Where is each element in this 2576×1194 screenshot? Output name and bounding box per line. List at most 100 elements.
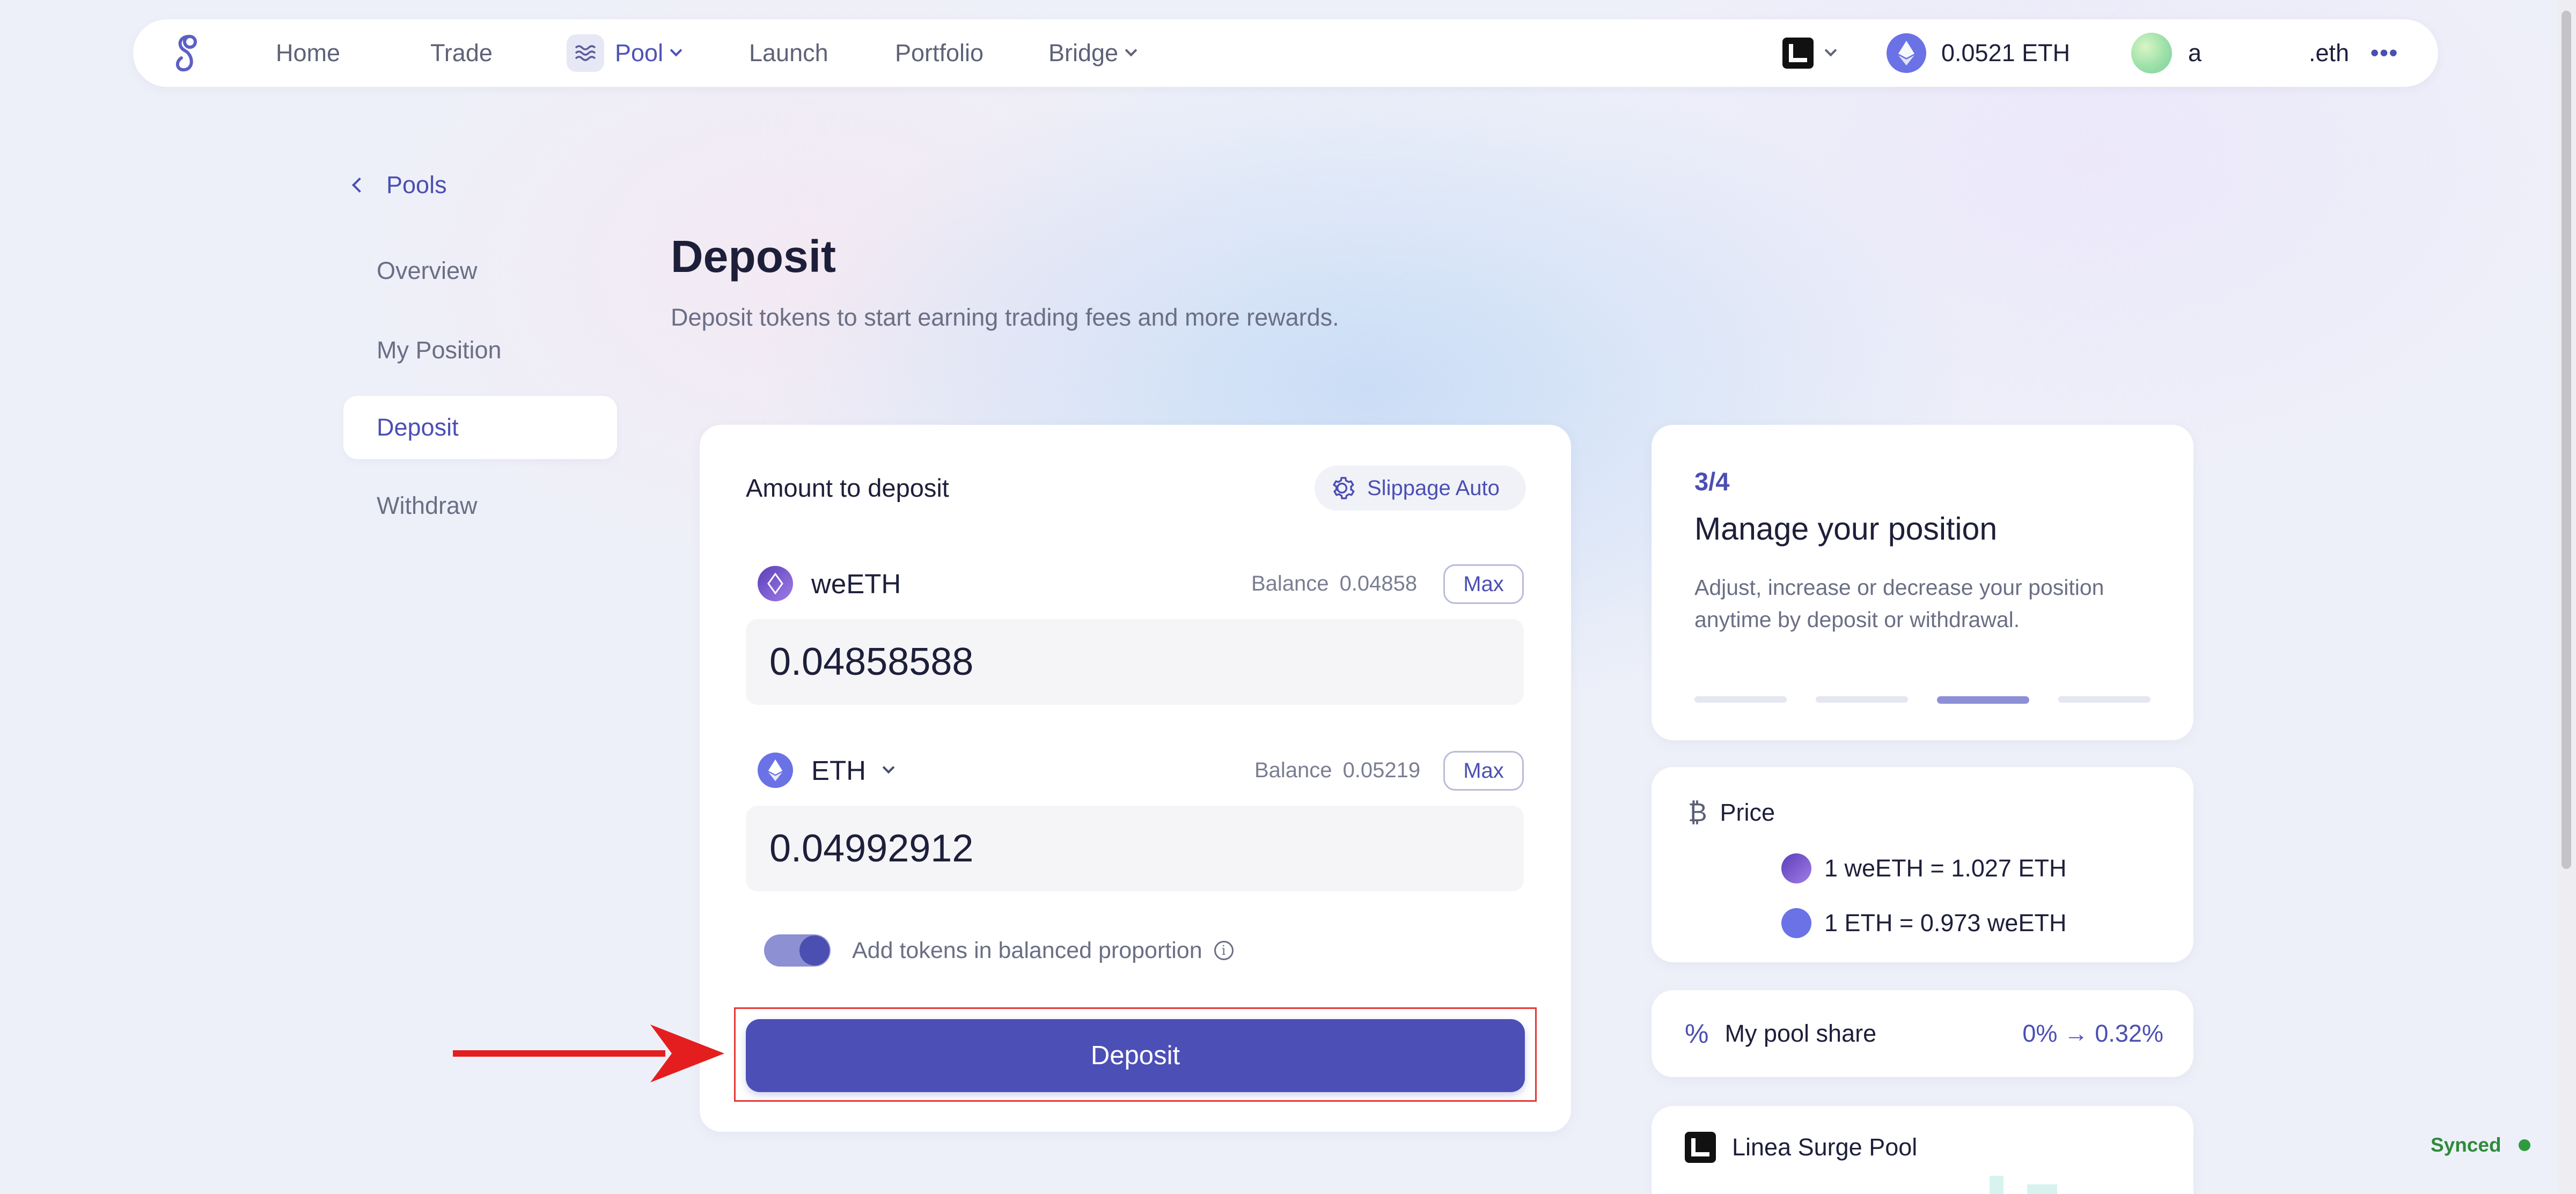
wallet-balance-text: 0.0521 ETH [1941, 39, 2071, 67]
nav-launch-label: Launch [749, 39, 828, 67]
pool-share-heading: % My pool share [1685, 990, 1876, 1077]
steps-description-line1: Adjust, increase or decrease your positi… [1694, 575, 2104, 600]
slippage-button[interactable]: Slippage Auto [1315, 466, 1526, 511]
eth-icon [758, 753, 793, 788]
steps-description-line2: anytime by deposit or withdrawal. [1694, 607, 2020, 632]
eth-icon [1887, 33, 1926, 73]
steps-title: Manage your position [1694, 511, 1998, 547]
price-rate-1: 1 weETH = 1.027 ETH [1781, 850, 2066, 887]
top-navbar: Home Trade Pool Launch Portfolio Bridge … [133, 19, 2438, 87]
sidebar-item-label: Overview [377, 257, 478, 284]
price-rate-2-text: 1 ETH = 0.973 weETH [1824, 909, 2067, 937]
step-segment-4 [2058, 696, 2151, 703]
balanced-label-text: Add tokens in balanced proportion [852, 937, 1202, 963]
gear-icon [1326, 473, 1357, 504]
chevron-down-icon [1824, 44, 1837, 57]
token1-amount-input[interactable]: 0.04858588 [746, 619, 1524, 705]
nav-home[interactable]: Home [276, 19, 340, 87]
step-segment-3 [1937, 696, 2029, 704]
nav-bridge[interactable]: Bridge [1048, 19, 1137, 87]
info-icon[interactable]: i [1214, 941, 1234, 960]
step-counter: 3/4 [1694, 467, 1730, 496]
status-dot-icon [2518, 1139, 2530, 1151]
step-segment-2 [1816, 696, 1908, 703]
avatar [2131, 33, 2172, 73]
token2-amount-value: 0.04992912 [769, 827, 974, 870]
nav-pool[interactable]: Pool [567, 19, 682, 87]
balance-value: 0.05219 [1342, 758, 1421, 782]
nav-portfolio-label: Portfolio [895, 39, 984, 67]
account-button[interactable]: a .eth [2131, 19, 2349, 87]
toggle-knob [799, 935, 830, 965]
chevron-left-icon [351, 177, 368, 193]
token1-row: weETH [758, 562, 901, 605]
account-name-initial: a [2188, 39, 2202, 67]
balanced-proportion-label: Add tokens in balanced proportion i [852, 934, 1234, 967]
token1-symbol: weETH [811, 568, 901, 599]
max-label: Max [1463, 758, 1504, 783]
token1-balance: Balance 0.04858 [1251, 562, 1417, 605]
chevron-down-icon [670, 44, 682, 57]
pool-share-card: % My pool share 0% → 0.32% [1652, 990, 2193, 1077]
pointer-arrow-icon [451, 1022, 724, 1085]
nav-bridge-label: Bridge [1048, 39, 1119, 67]
app-logo-icon[interactable] [163, 30, 209, 76]
token2-selector[interactable]: ETH [758, 749, 895, 792]
step-segment-1 [1694, 696, 1787, 703]
price-card: ₿ Price 1 weETH = 1.027 ETH 1 ETH = 0.97… [1652, 767, 2193, 962]
weeth-icon [758, 566, 793, 601]
token2-amount-input[interactable]: 0.04992912 [746, 806, 1524, 891]
token2-max-button[interactable]: Max [1443, 751, 1524, 791]
pool-waves-icon [567, 34, 604, 72]
sidebar-item-deposit[interactable]: Deposit [343, 396, 617, 459]
scrollbar-thumb[interactable] [2562, 11, 2571, 869]
balance-label: Balance [1251, 571, 1329, 595]
pool-share-label: My pool share [1724, 1020, 1877, 1047]
breadcrumb[interactable]: Pools [349, 166, 447, 204]
linea-network-icon [1685, 1132, 1716, 1163]
wallet-balance[interactable]: 0.0521 ETH [1887, 19, 2070, 87]
pool-chart-preview [1990, 1169, 2059, 1194]
token1-max-button[interactable]: Max [1443, 564, 1524, 604]
page-title: Deposit [671, 231, 836, 282]
price-rate-2: 1 ETH = 0.973 weETH [1781, 904, 2066, 942]
amount-to-deposit-heading: Amount to deposit [746, 474, 949, 502]
account-name-suffix: .eth [2309, 39, 2350, 67]
sidebar-item-withdraw[interactable]: Withdraw [343, 474, 617, 537]
price-label: Price [1720, 799, 1775, 826]
balanced-proportion-toggle[interactable] [764, 934, 831, 967]
sidebar-item-label: Withdraw [377, 492, 478, 519]
more-menu-icon[interactable]: ••• [2370, 19, 2398, 87]
nav-portfolio[interactable]: Portfolio [895, 19, 984, 87]
chevron-down-icon [1125, 44, 1137, 57]
steps-card: 3/4 Manage your position Adjust, increas… [1652, 425, 2193, 740]
percent-icon: % [1685, 1019, 1709, 1049]
balance-label: Balance [1254, 758, 1332, 782]
max-label: Max [1463, 572, 1504, 596]
balance-value: 0.04858 [1339, 571, 1418, 595]
sidebar-item-overview[interactable]: Overview [343, 239, 617, 303]
weeth-icon [1781, 853, 1811, 883]
more-menu-label: ••• [2370, 40, 2399, 66]
nav-home-label: Home [276, 39, 341, 67]
nav-pool-label: Pool [615, 39, 664, 67]
network-selector[interactable] [1782, 19, 1837, 87]
nav-trade[interactable]: Trade [430, 19, 493, 87]
eth-icon [1781, 908, 1811, 938]
token2-symbol: ETH [811, 755, 866, 786]
page-scrollbar[interactable] [2557, 0, 2576, 1194]
price-heading: ₿ Price [1688, 795, 1775, 830]
token2-balance: Balance 0.05219 [1254, 749, 1420, 792]
sidebar-item-my-position[interactable]: My Position [343, 319, 617, 382]
sync-status: Synced [2431, 1132, 2530, 1159]
token1-amount-value: 0.04858588 [769, 640, 974, 683]
nav-trade-label: Trade [430, 39, 493, 67]
pool-info-heading: Linea Surge Pool [1685, 1129, 1917, 1166]
slippage-label: Slippage Auto [1367, 476, 1500, 500]
pool-name: Linea Surge Pool [1732, 1133, 1918, 1161]
linea-network-icon [1782, 38, 1814, 69]
nav-launch[interactable]: Launch [749, 19, 828, 87]
step-indicator [1694, 696, 2151, 704]
pool-share-value: 0% → 0.32% [2022, 1020, 2163, 1047]
sync-status-label: Synced [2431, 1134, 2501, 1156]
